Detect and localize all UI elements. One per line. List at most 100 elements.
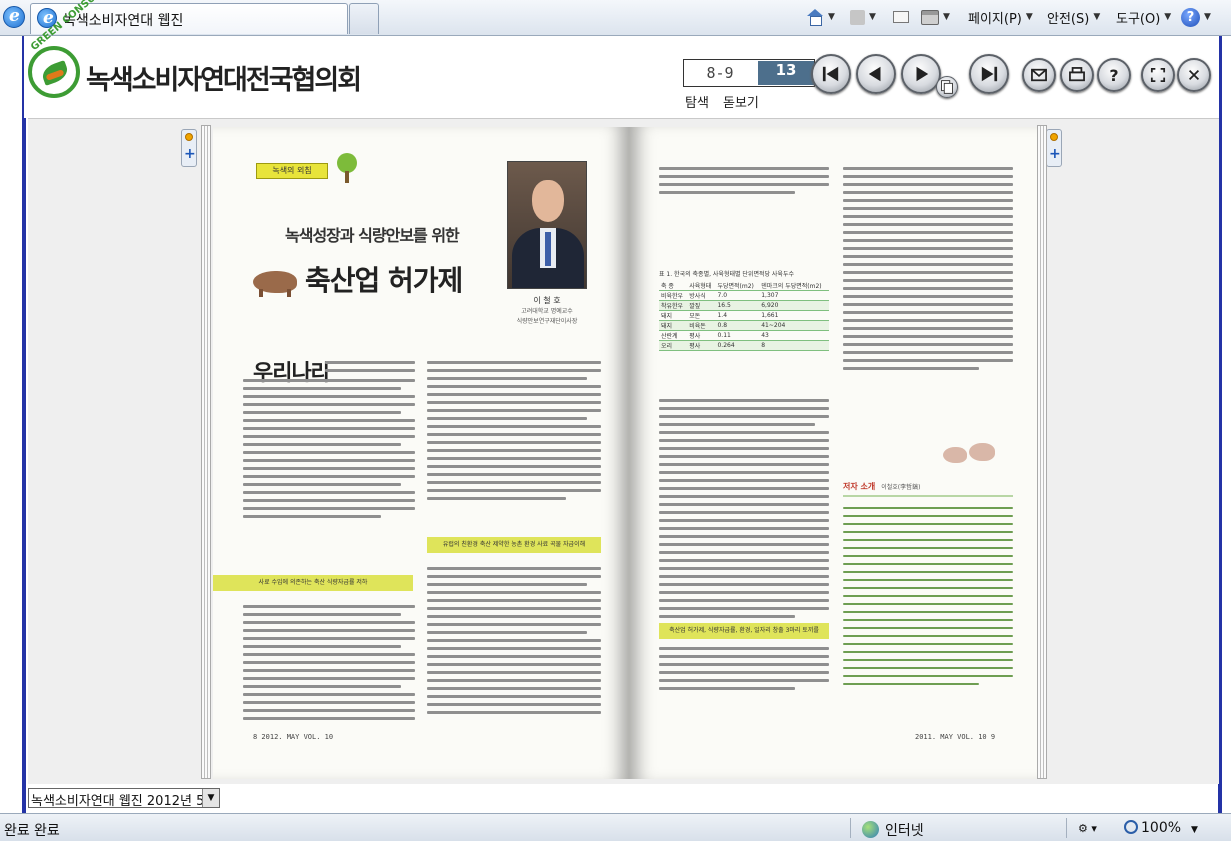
right-bookmark-tab[interactable]: + xyxy=(1046,129,1062,167)
section-bar: 축산업 허가제, 식량자급률, 환경, 일자리 창출 3마리 토끼를 xyxy=(659,623,829,639)
skip-last-icon xyxy=(981,66,998,82)
article-title: 축산업 허가제 xyxy=(305,264,463,297)
next-arrow-icon xyxy=(916,66,929,82)
skip-first-icon xyxy=(822,66,839,82)
table-header: 덴마크의 두당면적(m2) xyxy=(759,281,829,291)
zoom-control[interactable]: 100% ▼ xyxy=(1124,820,1198,836)
table-row: 오리 평사 0.264 8 xyxy=(659,340,829,351)
section-bar: 사료 수입에 의존하는 축산 식량자급률 저하 xyxy=(213,575,413,591)
table-cell: 깔짚 xyxy=(687,300,716,311)
fullscreen-icon xyxy=(1150,67,1166,83)
table-cell: 모돈 xyxy=(687,310,716,321)
home-button[interactable]: ▼ xyxy=(806,6,835,28)
help-menu[interactable]: ? ▼ xyxy=(1181,6,1211,28)
right-page-stack xyxy=(1037,125,1047,779)
table-cell: 6,920 xyxy=(759,300,829,311)
help-button[interactable]: ? xyxy=(1097,58,1131,92)
author-section-title: 저자 소개 이철호(李哲鎬) xyxy=(843,481,920,492)
pig-icon xyxy=(249,267,303,297)
piglets-image xyxy=(941,439,997,471)
fullscreen-button[interactable] xyxy=(1141,58,1175,92)
chevron-down-icon: ▼ xyxy=(1025,12,1033,22)
table-row: 돼지 모돈 1.4 1,661 xyxy=(659,310,829,321)
left-page[interactable]: 녹색의 외침 녹색성장과 식량안보를 위한 축산업 허가제 이 철 호 고려대학… xyxy=(213,127,629,779)
next-page-button[interactable] xyxy=(901,54,941,94)
bookmark-dot-icon xyxy=(185,133,193,141)
email-button[interactable] xyxy=(1022,58,1056,92)
page-menu[interactable]: 페이지(P) ▼ xyxy=(968,6,1033,28)
svg-text:?: ? xyxy=(1109,66,1118,85)
section-bar: 유럽의 친환경 축산 제약한 농촌 환경 사료 곡물 자급이해 xyxy=(427,537,601,553)
browser-tab-bar: 녹색소비자연대 웹진 ▼ ▼ ▼ 페이지(P)▼ 안전(S)▼ 도구(O)▼ ?… xyxy=(0,0,1231,36)
new-tab-button[interactable] xyxy=(349,3,379,34)
page-range: 8-9 xyxy=(706,64,734,82)
green-consumers-logo xyxy=(28,46,80,98)
question-icon: ? xyxy=(1109,66,1118,85)
page-number-input[interactable]: 13 xyxy=(758,61,814,85)
site-title: 녹색소비자연대전국협의회 xyxy=(86,65,362,96)
page-indicator[interactable]: 8-9 13 xyxy=(683,59,815,87)
body-text-block xyxy=(427,567,601,719)
table-cell: 7.0 xyxy=(715,290,760,301)
security-zone[interactable]: 인터넷 xyxy=(862,820,924,840)
chevron-down-icon: ▼ xyxy=(1191,825,1198,835)
table-cell: 비육한우 xyxy=(659,290,688,301)
mail-button[interactable] xyxy=(893,6,909,28)
zoom-link[interactable]: 돋보기 xyxy=(723,92,759,111)
first-page-button[interactable] xyxy=(811,54,851,94)
previous-page-button[interactable] xyxy=(856,54,896,94)
table-cell: 1,307 xyxy=(759,290,829,301)
right-page[interactable]: 표 1. 한국의 축종별, 사육형태별 단위면적당 사육두수 축 종 사육형태 … xyxy=(629,127,1037,779)
status-separator xyxy=(1066,818,1067,838)
printer-icon xyxy=(921,9,939,25)
table-cell: 착유한우 xyxy=(659,300,688,311)
safety-menu[interactable]: 안전(S) ▼ xyxy=(1047,6,1100,28)
print-page-button[interactable] xyxy=(1060,58,1094,92)
issue-select[interactable]: 녹색소비자연대 웹진 2012년 5월호 ▼ xyxy=(28,788,220,808)
left-bookmark-tab[interactable]: + xyxy=(181,129,197,167)
chevron-down-icon: ▼ xyxy=(1204,12,1211,22)
copy-page-button[interactable] xyxy=(936,76,958,98)
last-page-button[interactable] xyxy=(969,54,1009,94)
table-cell: 1,661 xyxy=(759,310,829,321)
table-cell: 0.8 xyxy=(715,320,760,331)
add-bookmark-icon: + xyxy=(1049,146,1061,162)
zoom-icon xyxy=(1124,820,1138,834)
author-name: 이 철 호 xyxy=(533,296,561,305)
chevron-down-icon: ▼ xyxy=(828,12,835,22)
search-link[interactable]: 탐색 xyxy=(685,92,709,111)
page-footer-right: 2011. MAY VOL. 10 9 xyxy=(915,733,996,741)
chevron-down-icon[interactable]: ▼ xyxy=(202,789,219,807)
table-cell: 43 xyxy=(759,330,829,341)
author-affiliation: 고려대학교 명예교수 식량안보연구재단이사장 xyxy=(516,308,578,325)
print-button[interactable]: ▼ xyxy=(921,6,950,28)
table-row: 비육한우 방사식 7.0 1,307 xyxy=(659,290,829,301)
close-viewer-button[interactable] xyxy=(1177,58,1211,92)
livestock-table: 축 종 사육형태 두당면적(m2) 덴마크의 두당면적(m2) 비육한우 방사식 7… xyxy=(659,281,829,351)
table-header: 사육형태 xyxy=(687,281,716,291)
tools-menu[interactable]: 도구(O) ▼ xyxy=(1116,6,1171,28)
table-cell: 비육돈 xyxy=(687,320,716,331)
table-cell: 8 xyxy=(759,340,829,351)
issue-select-value: 녹색소비자연대 웹진 2012년 5월호 xyxy=(31,794,203,808)
status-separator xyxy=(850,818,851,838)
article-subtitle: 녹색성장과 식량안보를 위한 xyxy=(285,226,460,245)
body-text-block xyxy=(659,167,829,199)
ie-icon[interactable] xyxy=(3,6,25,28)
tree-icon xyxy=(336,153,358,183)
author-section-name: 이철호(李哲鎬) xyxy=(881,484,921,491)
globe-icon xyxy=(862,821,879,838)
page-menu-label: 페이지(P) xyxy=(968,11,1022,27)
table-cell: 산란계 xyxy=(659,330,688,341)
chevron-down-icon: ▼ xyxy=(1164,12,1172,22)
bookmark-dot-icon xyxy=(1050,133,1058,141)
body-text-block xyxy=(243,379,415,523)
zoom-level: 100% xyxy=(1141,820,1182,836)
feeds-button[interactable]: ▼ xyxy=(850,6,876,28)
body-text-block xyxy=(243,605,415,725)
table-cell: 평사 xyxy=(687,340,716,351)
table-row: 돼지 비육돈 0.8 41~204 xyxy=(659,320,829,331)
help-icon: ? xyxy=(1181,7,1200,27)
protected-mode-button[interactable]: ⚙ ▾ xyxy=(1078,822,1097,835)
left-page-stack xyxy=(201,125,211,779)
